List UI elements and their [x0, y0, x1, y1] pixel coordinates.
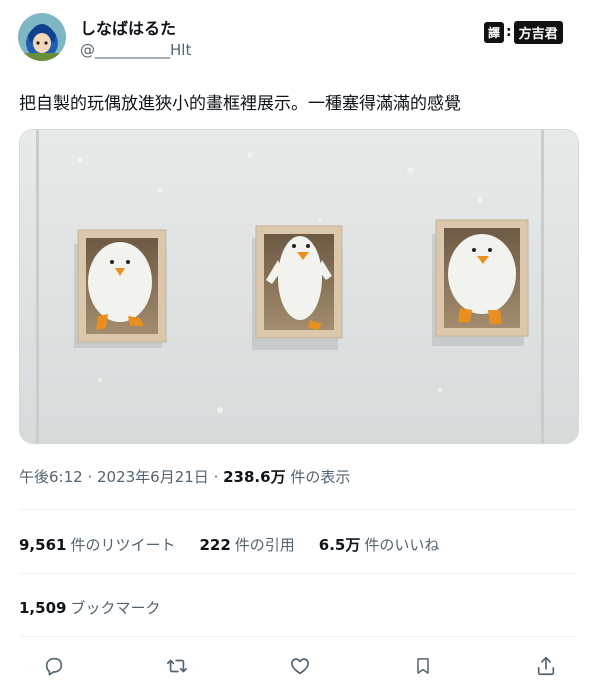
- like-button[interactable]: [286, 652, 314, 680]
- avatar-image: [18, 13, 66, 61]
- translator-badge-separator: :: [506, 24, 512, 40]
- meta-separator: ·: [82, 468, 97, 486]
- view-count-label: 件の表示: [285, 468, 351, 486]
- retweets-stat[interactable]: 9,561 件のリツイート: [19, 534, 175, 555]
- quote-label: 件の引用: [234, 536, 295, 554]
- view-count: 238.6万: [223, 468, 286, 486]
- divider: [19, 573, 578, 574]
- reply-icon: [45, 657, 63, 676]
- bookmark-count: 1,509: [19, 599, 67, 617]
- author-handle[interactable]: @__________Hlt: [80, 41, 191, 59]
- share-icon: [537, 656, 555, 676]
- reply-button[interactable]: [40, 652, 68, 680]
- divider: [19, 636, 578, 637]
- like-count: 6.5万: [318, 536, 361, 554]
- author-display-name[interactable]: しなばはるた: [80, 15, 176, 39]
- retweet-label: 件のリツイート: [70, 536, 176, 554]
- action-bar: [40, 652, 560, 680]
- tweet-date[interactable]: 2023年6月21日: [97, 468, 209, 486]
- like-label: 件のいいね: [364, 536, 440, 554]
- like-icon: [291, 658, 309, 675]
- photo-image: [20, 130, 578, 443]
- share-button[interactable]: [532, 652, 560, 680]
- engagement-stats: 9,561 件のリツイート 222 件の引用 6.5万 件のいいね: [19, 534, 439, 555]
- tweet-text: 把自製的玩偶放進狹小的畫框裡展示。一種塞得滿滿的感覺: [19, 94, 461, 114]
- likes-stat[interactable]: 6.5万 件のいいね: [319, 534, 440, 555]
- quotes-stat[interactable]: 222 件の引用: [199, 534, 294, 555]
- meta-separator: ·: [208, 468, 224, 486]
- frame-middle: [252, 225, 343, 350]
- frame-left: [74, 229, 167, 348]
- tweet-meta: 午後6:12 · 2023年6月21日 · 238.6万 件の表示: [19, 466, 350, 487]
- tweet-time[interactable]: 午後6:12: [19, 468, 83, 486]
- retweet-icon: [167, 659, 187, 673]
- bookmark-button[interactable]: [409, 652, 437, 680]
- translator-badge-name: 方吉君: [513, 20, 563, 44]
- avatar[interactable]: [18, 13, 66, 61]
- translator-badge-label: 譯: [484, 21, 505, 43]
- bookmark-icon: [417, 658, 429, 674]
- retweet-button[interactable]: [163, 652, 191, 680]
- tweet-photo[interactable]: [19, 129, 579, 444]
- bookmarks-stat[interactable]: 1,509 ブックマーク: [19, 597, 160, 618]
- bookmark-label: ブックマーク: [70, 599, 161, 617]
- retweet-count: 9,561: [19, 536, 67, 554]
- quote-count: 222: [199, 536, 231, 554]
- translator-badge: 譯 : 方吉君: [484, 20, 563, 44]
- frame-right: [432, 219, 529, 346]
- divider: [19, 509, 578, 510]
